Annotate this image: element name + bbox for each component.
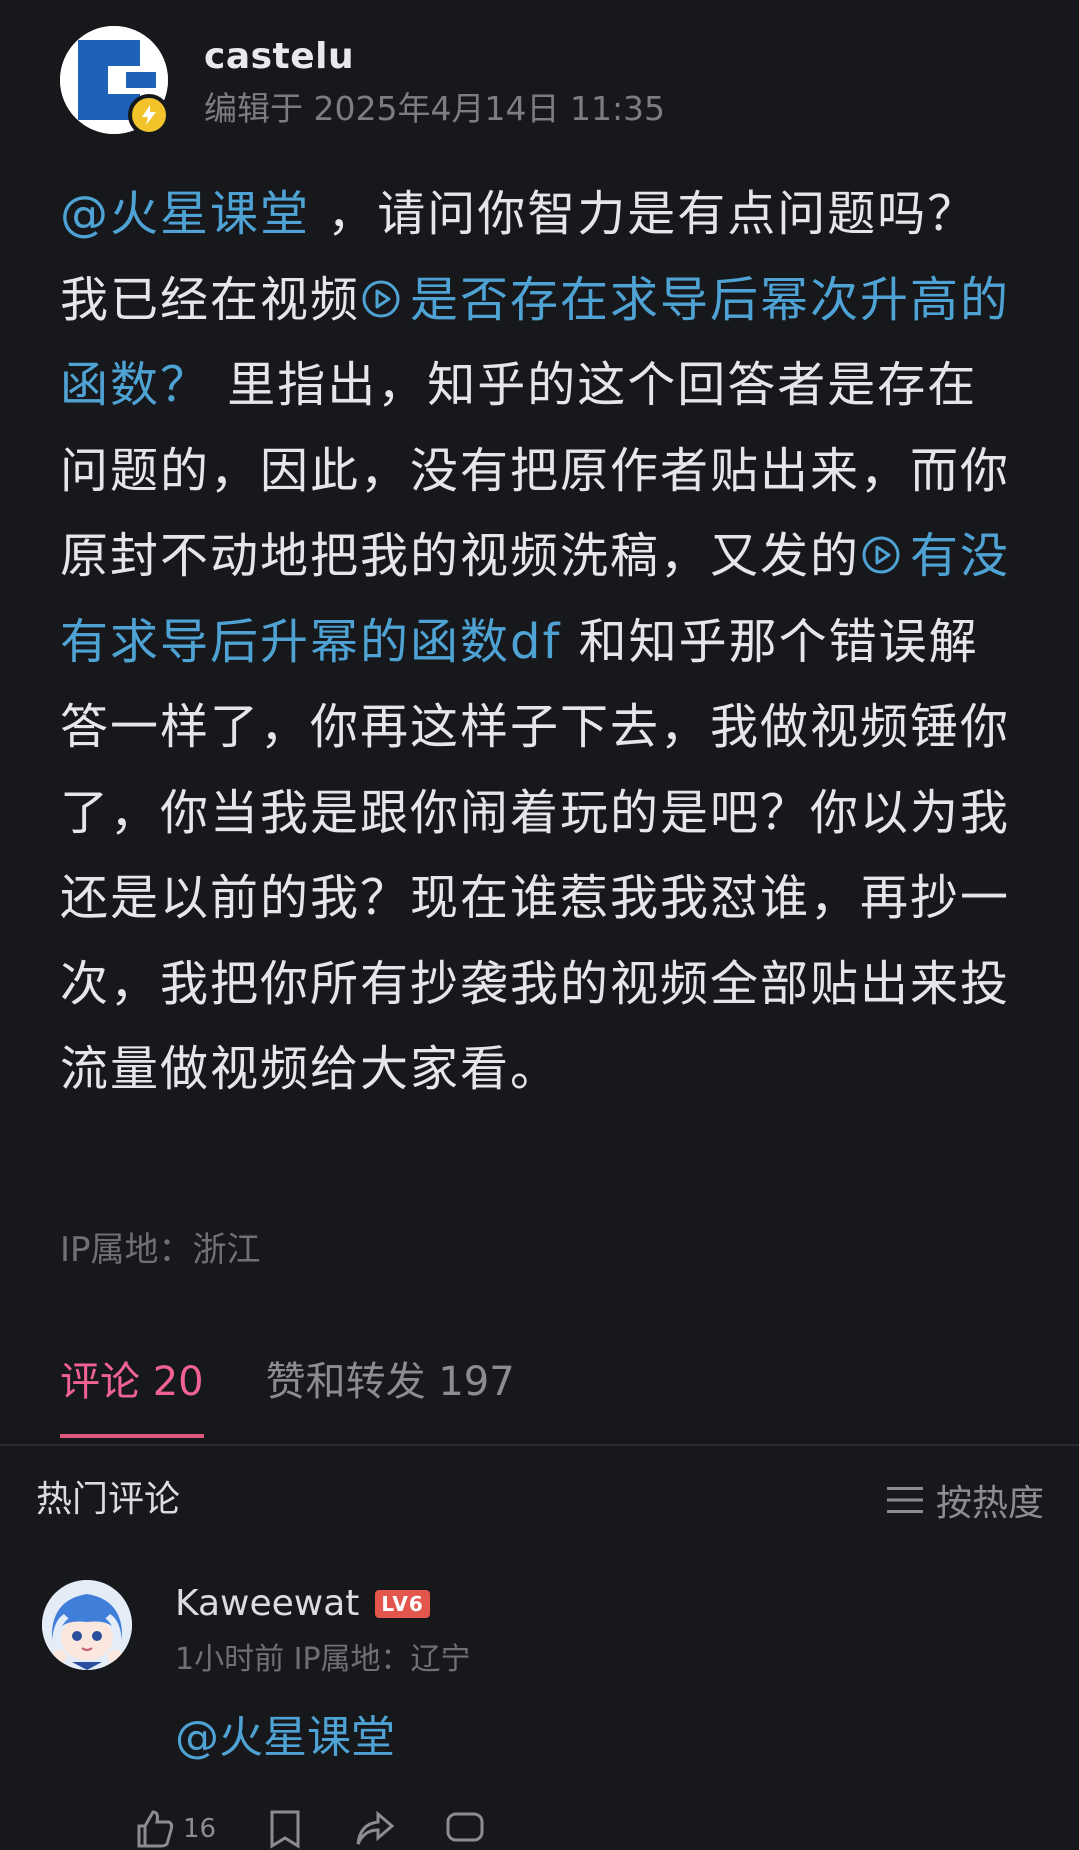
reply-button[interactable] — [444, 1808, 486, 1850]
comment-content: Kaweewat LV6 1小时前 IP属地：辽宁 @火星课堂 — [175, 1580, 471, 1768]
like-button[interactable]: 16 — [133, 1808, 216, 1850]
anime-avatar-image — [42, 1580, 132, 1670]
hot-comments-header: 热门评论 按热度 — [36, 1474, 1044, 1526]
divider — [0, 1444, 1079, 1446]
like-count: 16 — [183, 1814, 217, 1844]
edited-time: 编辑于 2025年4月14日 11:35 — [204, 89, 666, 128]
tab-comments[interactable]: 评论 20 — [60, 1354, 204, 1438]
thumbs-up-icon — [137, 1810, 174, 1848]
menu-icon — [886, 1487, 923, 1513]
mention-link[interactable]: @火星课堂 — [60, 186, 310, 242]
level-badge: LV6 — [375, 1590, 430, 1618]
hot-comments-title: 热门评论 — [36, 1479, 181, 1520]
author-avatar[interactable] — [60, 26, 170, 136]
share-icon — [356, 1810, 395, 1845]
share-button[interactable] — [354, 1808, 396, 1850]
ip-location: IP属地：浙江 — [60, 1230, 261, 1270]
commenter-name[interactable]: Kaweewat — [175, 1580, 359, 1628]
tab-likes-reposts[interactable]: 赞和转发 197 — [266, 1354, 515, 1438]
save-button[interactable] — [264, 1808, 306, 1850]
comment-actions: 16 — [133, 1808, 534, 1850]
comment-user-row: Kaweewat LV6 — [175, 1580, 471, 1628]
sort-label: 按热度 — [935, 1483, 1044, 1524]
author-name[interactable]: castelu — [204, 34, 665, 80]
play-circle-icon — [862, 536, 900, 574]
post-header: castelu 编辑于 2025年4月14日 11:35 — [60, 26, 665, 136]
verified-icon — [128, 94, 170, 136]
play-circle-icon — [362, 280, 400, 317]
post-meta: castelu 编辑于 2025年4月14日 11:35 — [204, 26, 665, 130]
comment-meta: 1小时前 IP属地：辽宁 — [175, 1642, 471, 1677]
comment-mention[interactable]: @火星课堂 — [175, 1708, 471, 1768]
commenter-avatar[interactable] — [42, 1580, 132, 1670]
post-body: @火星课堂 ，请问你智力是有点问题吗？我已经在视频 是否存在求导后幂次升高的函数？… — [60, 172, 1020, 1113]
tab-bar: 评论 20 赞和转发 197 — [60, 1354, 577, 1438]
comment-icon — [446, 1812, 484, 1842]
sort-button[interactable]: 按热度 — [886, 1474, 1044, 1526]
bookmark-icon — [270, 1810, 300, 1849]
body-text-3: 和知乎那个错误解答一样了，你再这样子下去，我做视频锤你了，你当我是跟你闹着玩的是… — [60, 613, 1011, 1098]
